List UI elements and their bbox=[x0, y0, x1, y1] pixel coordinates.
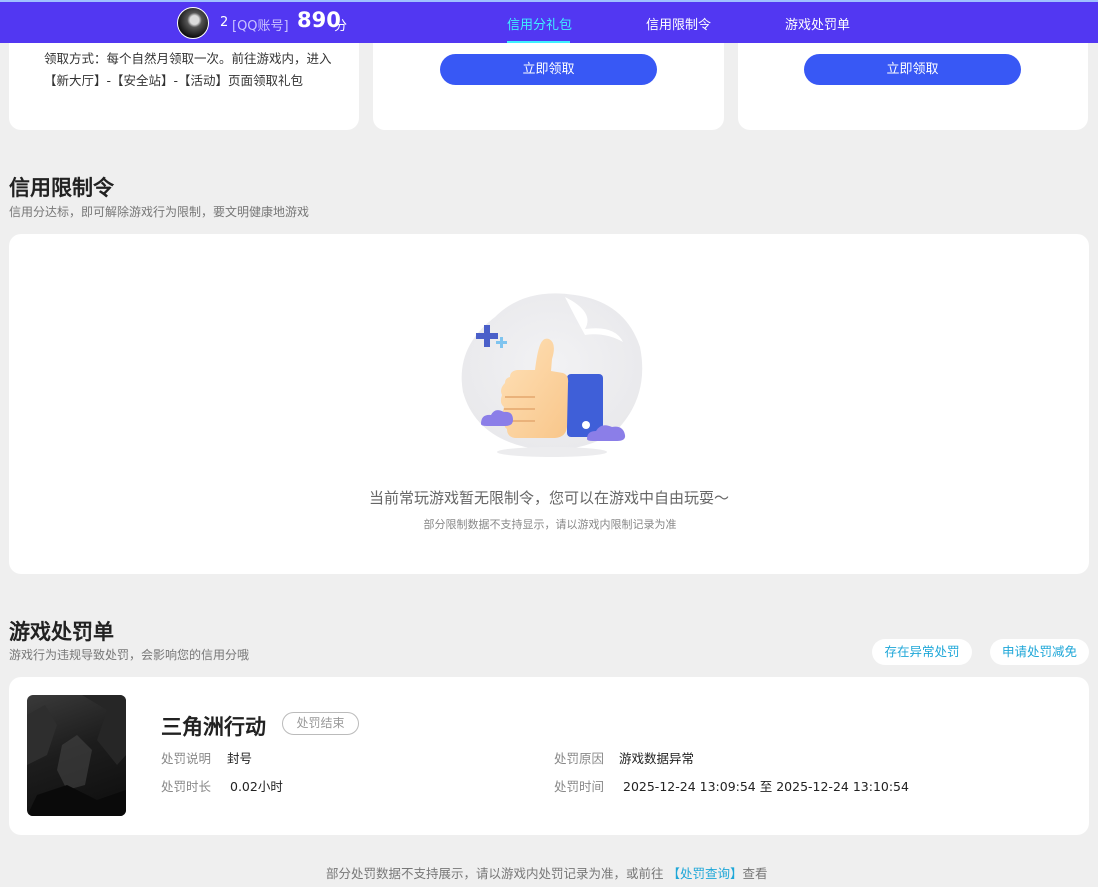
penalty-reason-value: 游戏数据异常 bbox=[619, 751, 695, 766]
claim-button-2[interactable]: 立即领取 bbox=[804, 54, 1021, 85]
penalty-duration-label: 处罚时长 bbox=[161, 779, 212, 794]
penalty-section-subtitle: 游戏行为违规导致处罚，会影响您的信用分哦 bbox=[9, 648, 250, 662]
footer-text: 部分处罚数据不支持展示，请以游戏内处罚记录为准，或前往 bbox=[326, 866, 668, 881]
restriction-section-subtitle: 信用分达标，即可解除游戏行为限制，要文明健康地游戏 bbox=[9, 205, 310, 219]
tab-game-penalty[interactable]: 游戏处罚单 bbox=[785, 14, 850, 33]
penalty-section-title: 游戏处罚单 bbox=[9, 620, 114, 644]
user-avatar[interactable] bbox=[177, 7, 209, 39]
penalty-query-link[interactable]: 【处罚查询】 bbox=[667, 866, 742, 881]
footer-text-end: 查看 bbox=[742, 866, 768, 881]
tab-credit-gift[interactable]: 信用分礼包 bbox=[507, 14, 572, 33]
game-thumbnail bbox=[27, 695, 126, 816]
penalty-appeal-button[interactable]: 申请处罚减免 bbox=[990, 639, 1089, 665]
abnormal-penalty-button[interactable]: 存在异常处罚 bbox=[872, 639, 972, 665]
footer-note: 部分处罚数据不支持展示，请以游戏内处罚记录为准，或前往 【处罚查询】查看 bbox=[326, 863, 768, 882]
restriction-section-title: 信用限制令 bbox=[9, 176, 114, 200]
game-name: 三角洲行动 bbox=[161, 715, 266, 739]
penalty-status-badge: 处罚结束 bbox=[282, 712, 359, 735]
claim-instructions: 领取方式：每个自然月领取一次。前往游戏内，进入【新大厅】-【安全站】-【活动】页… bbox=[44, 51, 332, 88]
claim-button-1[interactable]: 立即领取 bbox=[440, 54, 657, 85]
penalty-time-label: 处罚时间 bbox=[554, 779, 605, 794]
credit-score-unit: 分 bbox=[334, 19, 348, 34]
account-type: [QQ账号] bbox=[232, 19, 289, 34]
penalty-duration-value: 0.02小时 bbox=[230, 779, 283, 794]
penalty-desc-label: 处罚说明 bbox=[161, 751, 212, 766]
tab-credit-restriction[interactable]: 信用限制令 bbox=[646, 14, 711, 33]
empty-state-message: 当前常玩游戏暂无限制令，您可以在游戏中自由玩耍～ bbox=[368, 489, 729, 507]
penalty-reason-label: 处罚原因 bbox=[554, 751, 605, 766]
penalty-desc-value: 封号 bbox=[227, 751, 253, 766]
penalty-time-value: 2025-12-24 13:09:54 至 2025-12-24 13:10:5… bbox=[623, 779, 909, 794]
top-nav-bar: 2 [QQ账号] 890 分 信用分礼包 信用限制令 游戏处罚单 bbox=[0, 0, 1098, 43]
empty-state-note: 部分限制数据不支持显示，请以游戏内限制记录为准 bbox=[423, 518, 677, 531]
thumbs-up-illustration bbox=[461, 293, 643, 457]
user-number: 2 bbox=[220, 15, 229, 30]
